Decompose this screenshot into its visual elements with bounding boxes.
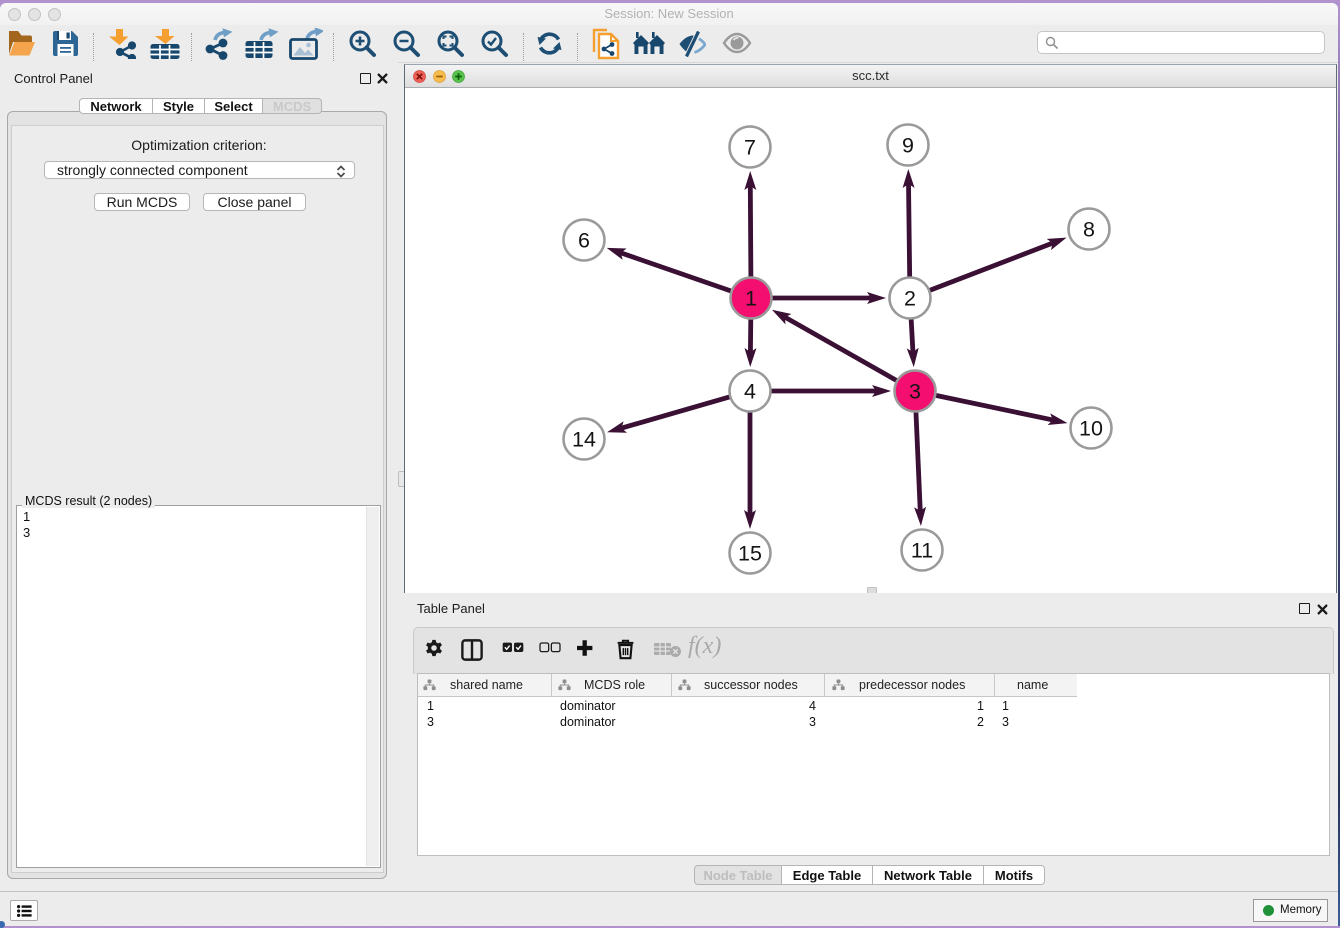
- svg-text:11: 11: [911, 539, 933, 563]
- svg-text:2: 2: [904, 287, 916, 311]
- svg-text:10: 10: [1079, 417, 1103, 441]
- svg-text:1: 1: [745, 287, 757, 311]
- svg-text:14: 14: [572, 428, 596, 452]
- svg-text:15: 15: [738, 542, 762, 566]
- svg-text:3: 3: [909, 380, 921, 404]
- svg-text:9: 9: [902, 134, 914, 158]
- svg-text:7: 7: [744, 136, 756, 160]
- svg-text:4: 4: [744, 380, 756, 404]
- svg-text:6: 6: [578, 229, 590, 253]
- svg-text:8: 8: [1083, 218, 1095, 242]
